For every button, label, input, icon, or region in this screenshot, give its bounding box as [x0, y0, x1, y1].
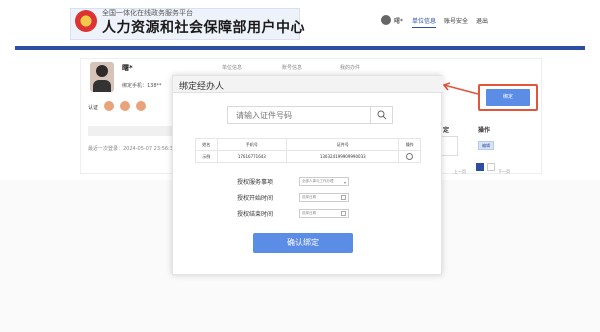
agent-table: 姓名 手机号 证件号 操作 示例 17616771643 13032419990… [195, 138, 421, 163]
auth-label: 认证 [88, 105, 99, 111]
tab-account-info[interactable]: 账号信息 [282, 64, 302, 71]
nav-logout[interactable]: 退出 [476, 16, 488, 25]
column-header-action: 操作 [398, 138, 421, 151]
bind-agent-dialog: 绑定经办人 姓名 手机号 证件号 操作 示例 17616771643 13032… [172, 75, 443, 275]
pager-current-page[interactable] [476, 163, 484, 171]
edit-button[interactable]: 编辑 [478, 141, 494, 150]
search-icon [377, 110, 386, 120]
service-select-value: 全部人事与工作办理 [302, 179, 334, 183]
header-user-name: 曙* [394, 17, 404, 25]
auth-badge-icon [136, 101, 146, 111]
service-select[interactable]: 全部人事与工作办理 ▾ [299, 177, 349, 186]
progress-bar [88, 126, 178, 136]
confirm-bind-button[interactable]: 确认绑定 [253, 233, 353, 253]
id-number-search-input[interactable] [227, 106, 371, 124]
user-avatar-icon [381, 15, 391, 25]
bind-button[interactable]: 绑定 [486, 89, 530, 106]
service-label: 授权服务事项 [237, 179, 274, 186]
start-time-picker[interactable]: 选择日期 [299, 193, 349, 202]
table-header-row: 姓名 手机号 证件号 操作 [195, 138, 421, 151]
pager-page[interactable] [487, 163, 495, 171]
annotation-arrow-icon [442, 82, 479, 95]
column-header-name: 姓名 [195, 138, 218, 151]
auth-badge-icon [104, 101, 114, 111]
profile-name: 曙* [122, 64, 133, 72]
national-emblem-icon [75, 10, 97, 32]
column-header-phone: 手机号 [216, 138, 288, 151]
cell-id-number: 130324199909990033 [286, 150, 400, 163]
column-header-id: 证件号 [286, 138, 400, 151]
last-login: 最近一次登录：2024-05-07 23:56:38 [88, 146, 177, 152]
tab-my-cases[interactable]: 我的办件 [340, 64, 360, 71]
calendar-icon [341, 211, 346, 216]
header-divider-bar [15, 46, 585, 50]
start-time-label: 授权开始时间 [237, 195, 274, 202]
dialog-title: 绑定经办人 [179, 82, 225, 92]
end-time-picker[interactable]: 选择日期 [299, 209, 349, 218]
cell-action [398, 150, 421, 163]
auth-badge-icon [120, 101, 130, 111]
cell-phone: 17616771643 [216, 150, 288, 163]
table-row[interactable]: 示例 17616771643 130324199909990033 [195, 150, 421, 163]
table-header-partial: 定 [443, 127, 450, 134]
header-user[interactable]: 曙* [381, 15, 403, 25]
profile-avatar [90, 62, 114, 92]
pager-next[interactable]: 下一页 [498, 169, 510, 175]
select-radio[interactable] [406, 153, 414, 160]
search-button[interactable] [371, 106, 393, 124]
pager-prev[interactable]: 上一页 [454, 169, 466, 175]
start-time-placeholder: 选择日期 [302, 195, 316, 199]
end-time-label: 授权结束时间 [237, 211, 274, 218]
cell-name: 示例 [195, 150, 218, 163]
calendar-icon [341, 195, 346, 200]
table-cell [440, 136, 458, 156]
site-title: 人力资源和社会保障部用户中心 [102, 20, 305, 36]
nav-account-security[interactable]: 账号安全 [444, 16, 468, 25]
profile-phone: 绑定手机：138** [122, 83, 162, 89]
table-header-actions: 操作 [478, 127, 491, 134]
tab-unit-info[interactable]: 单位信息 [222, 64, 242, 71]
end-time-placeholder: 选择日期 [302, 211, 316, 215]
chevron-down-icon: ▾ [343, 180, 346, 185]
nav-unit-info[interactable]: 单位信息 [412, 16, 437, 28]
